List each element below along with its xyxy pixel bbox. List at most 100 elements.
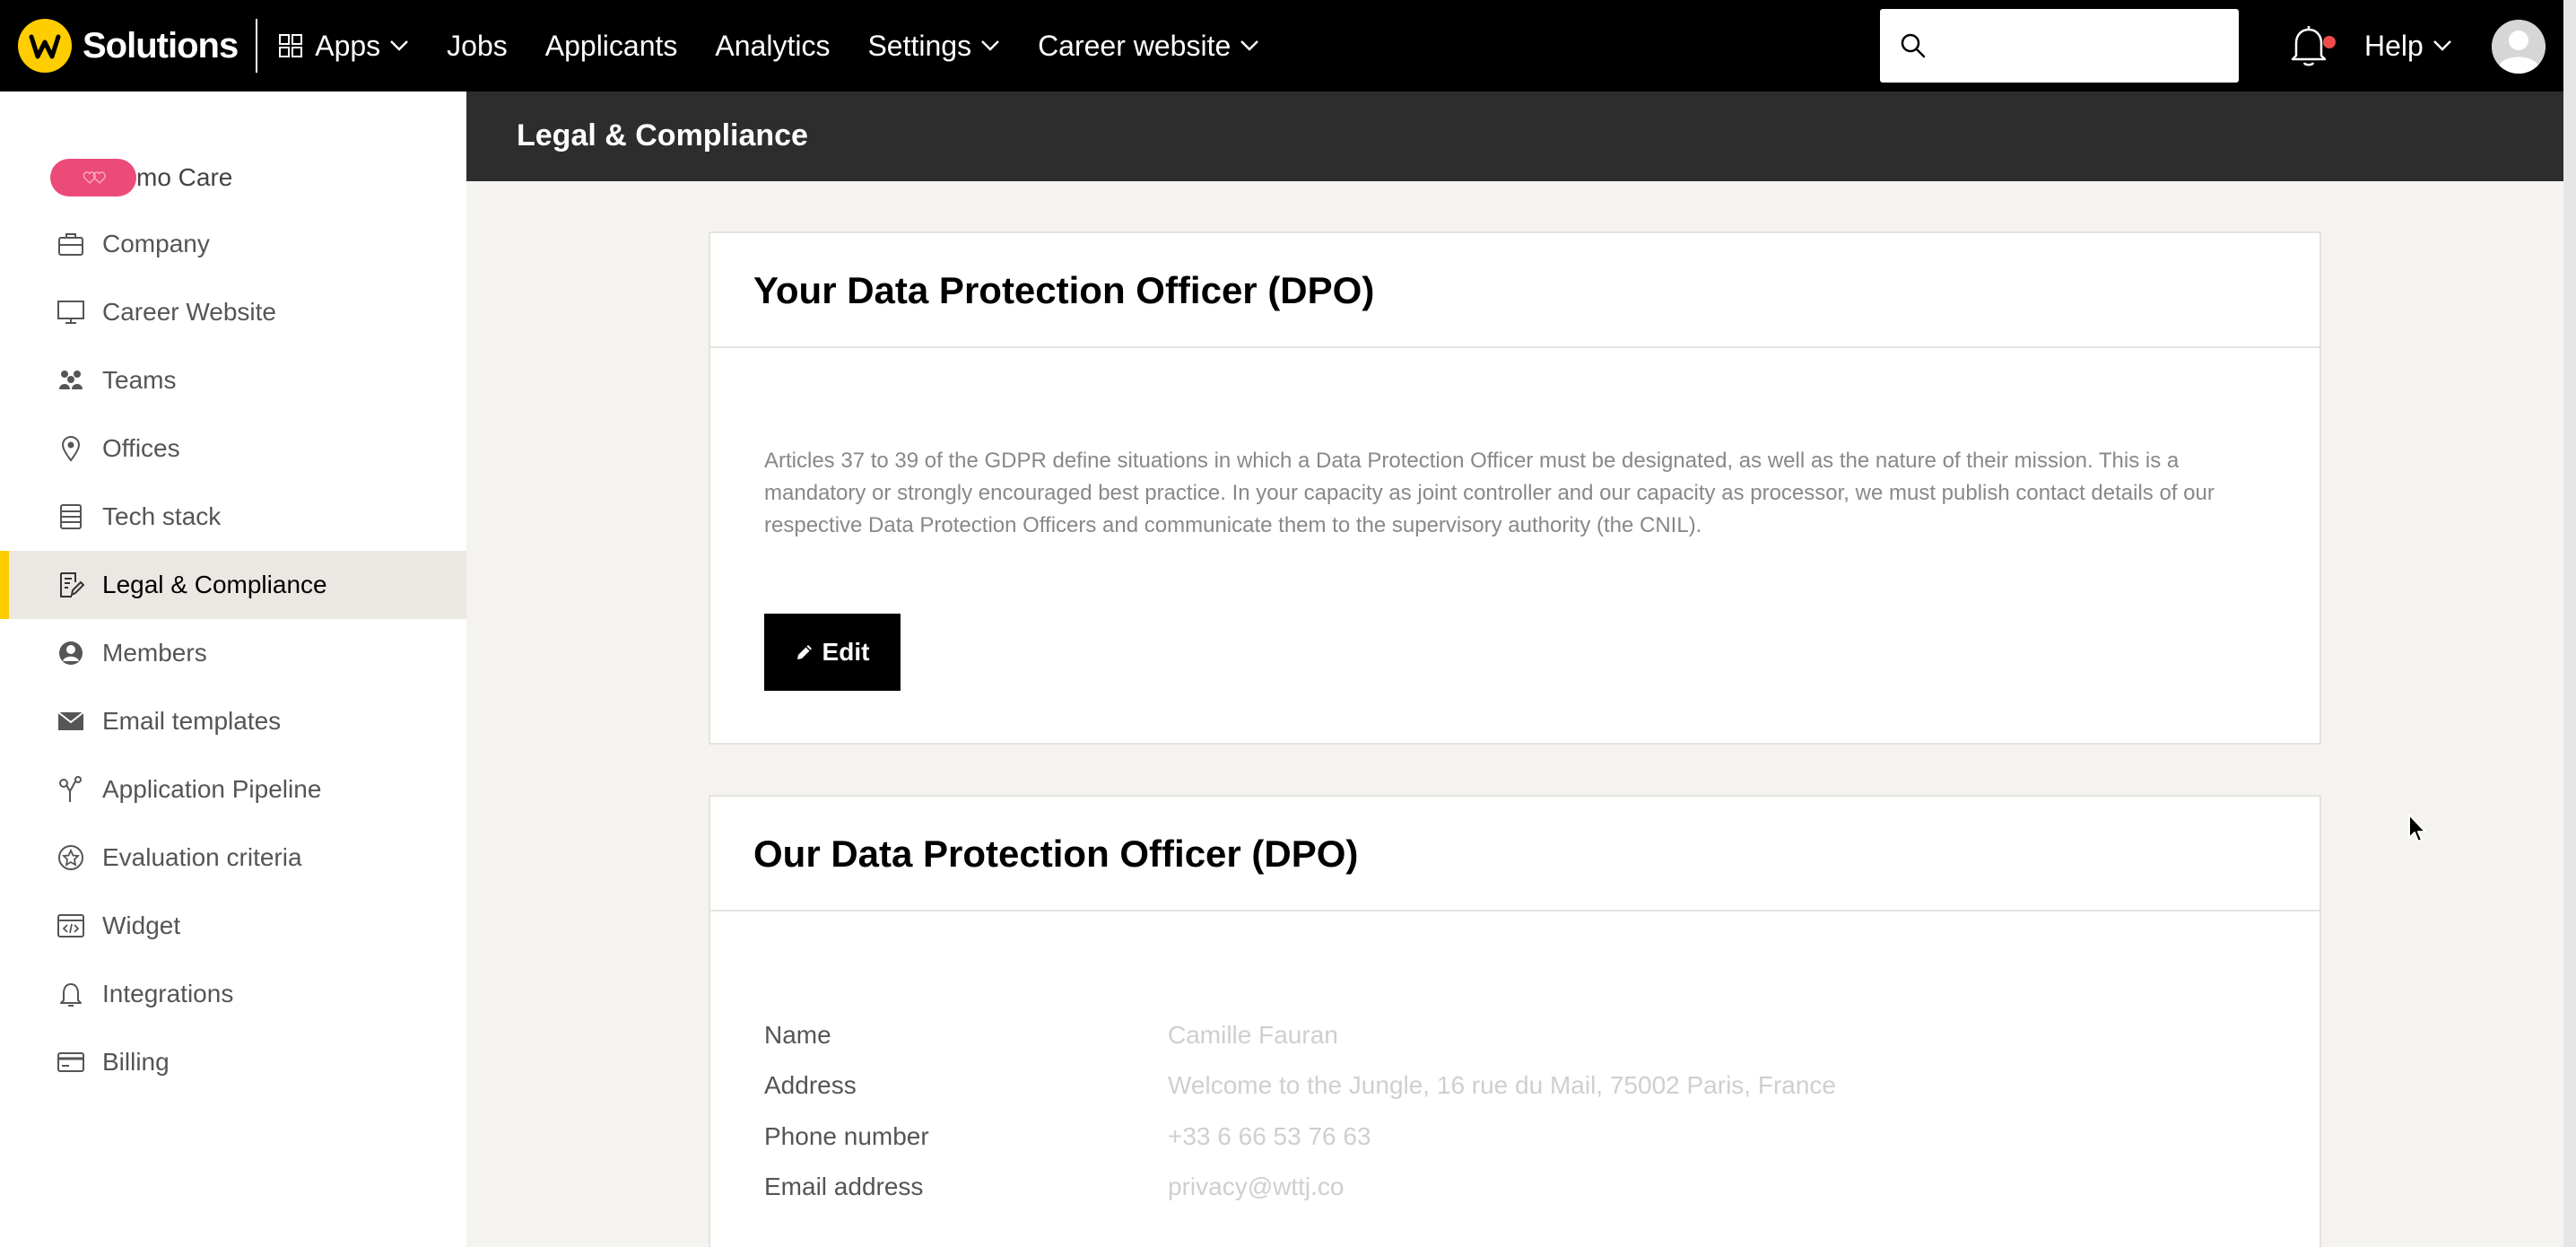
sidebar-item-teams[interactable]: Teams: [0, 346, 466, 414]
help-menu[interactable]: Help: [2364, 0, 2452, 92]
organization-switcher[interactable]: mo Care: [50, 158, 232, 197]
chevron-down-icon: [1240, 40, 1259, 51]
dpo-phone-row: Phone number +33 6 66 53 76 63: [764, 1119, 1371, 1155]
help-label: Help: [2364, 29, 2424, 62]
dpo-name-row: Name Camille Fauran: [764, 1017, 1338, 1053]
sidebar-item-members[interactable]: Members: [0, 619, 466, 687]
people-icon: [56, 365, 86, 396]
edit-button-label: Edit: [822, 638, 870, 666]
search-box[interactable]: [1880, 9, 2239, 83]
apps-grid-icon: [279, 34, 303, 57]
bell-icon: [2291, 26, 2327, 66]
sidebar-item-label: Teams: [102, 366, 177, 394]
sidebar-item-application-pipeline[interactable]: Application Pipeline: [0, 755, 466, 824]
brand-divider: [256, 19, 258, 73]
user-silhouette-icon: [2492, 20, 2546, 74]
page-header: Legal & Compliance: [466, 92, 2563, 181]
sidebar-item-label: Evaluation criteria: [102, 843, 302, 871]
nav-settings-label: Settings: [867, 29, 972, 62]
nav-career-website[interactable]: Career website: [1038, 30, 1259, 63]
your-dpo-card: Your Data Protection Officer (DPO) Artic…: [709, 231, 2321, 745]
chevron-down-icon: [2432, 40, 2451, 51]
card-title: Your Data Protection Officer (DPO): [753, 269, 1375, 311]
edit-button[interactable]: Edit: [764, 614, 901, 691]
chevron-down-icon: [390, 40, 409, 51]
credit-card-icon: [56, 1047, 86, 1077]
sidebar-item-offices[interactable]: Offices: [0, 414, 466, 483]
dpo-address-row: Address Welcome to the Jungle, 16 rue du…: [764, 1068, 1836, 1103]
sidebar-item-label: Tech stack: [102, 502, 222, 530]
info-label: Address: [764, 1071, 857, 1099]
sidebar-item-label: Members: [102, 639, 207, 667]
card-title: Our Data Protection Officer (DPO): [753, 833, 1359, 875]
sidebar-item-label: Email templates: [102, 707, 282, 735]
nav-settings[interactable]: Settings: [867, 30, 1000, 63]
star-badge-icon: [56, 842, 86, 873]
code-window-icon: [56, 911, 86, 941]
sidebar-item-label: Company: [102, 230, 210, 257]
sidebar-item-billing[interactable]: Billing: [0, 1028, 466, 1096]
document-edit-icon: [56, 570, 86, 600]
nav-career-website-label: Career website: [1038, 29, 1231, 62]
main-nav: Apps Jobs Applicants Analytics Settings …: [279, 30, 1297, 63]
brand-name: Solutions: [83, 25, 239, 65]
pipeline-icon: [56, 774, 86, 805]
sidebar-item-legal-compliance[interactable]: Legal & Compliance: [0, 551, 466, 619]
top-navigation-bar: Solutions Apps Jobs Applicants Analytics…: [0, 0, 2576, 92]
nav-applicants[interactable]: Applicants: [545, 30, 678, 63]
nav-analytics[interactable]: Analytics: [715, 30, 830, 63]
page-title: Legal & Compliance: [517, 118, 808, 153]
info-label: Email address: [764, 1173, 924, 1200]
info-label: Phone number: [764, 1122, 929, 1150]
info-value: Camille Fauran: [1168, 1021, 1338, 1049]
brand-logo-icon: [18, 19, 72, 73]
brand[interactable]: Solutions: [18, 0, 258, 92]
card-header: Your Data Protection Officer (DPO): [710, 233, 2319, 348]
heart-icon: [83, 171, 106, 185]
our-dpo-card: Our Data Protection Officer (DPO) Name C…: [709, 795, 2321, 1247]
notification-dot: [2323, 36, 2336, 48]
pencil-icon: [796, 645, 812, 659]
dpo-email-row: Email address privacy@wttj.co: [764, 1169, 1344, 1205]
nav-apps-label: Apps: [315, 29, 381, 62]
sidebar-item-label: Legal & Compliance: [102, 571, 327, 598]
search-icon: [1901, 33, 1926, 58]
sidebar-item-label: Offices: [102, 434, 180, 462]
sidebar-item-tech-stack[interactable]: Tech stack: [0, 483, 466, 551]
envelope-icon: [56, 706, 86, 737]
settings-sidebar: mo Care Company Career Website Teams Off…: [0, 92, 466, 1247]
bell-plug-icon: [56, 979, 86, 1009]
dpo-description: Articles 37 to 39 of the GDPR define sit…: [764, 449, 2215, 537]
card-header: Our Data Protection Officer (DPO): [710, 797, 2319, 911]
organization-logo: [50, 159, 136, 196]
sidebar-item-integrations[interactable]: Integrations: [0, 960, 466, 1028]
search-input[interactable]: [1937, 9, 2224, 83]
sidebar-item-widget[interactable]: Widget: [0, 892, 466, 960]
sidebar-item-label: Career Website: [102, 298, 277, 326]
sidebar-item-company[interactable]: Company: [0, 210, 466, 278]
info-label: Name: [764, 1021, 831, 1049]
user-avatar[interactable]: [2492, 20, 2546, 74]
user-circle-icon: [56, 638, 86, 668]
sidebar-item-label: Integrations: [102, 980, 234, 1007]
sidebar-item-email-templates[interactable]: Email templates: [0, 687, 466, 755]
sidebar-item-label: Widget: [102, 911, 181, 939]
briefcase-icon: [56, 229, 86, 259]
organization-name: mo Care: [136, 163, 233, 191]
monitor-icon: [56, 297, 86, 327]
mouse-cursor-icon: [2408, 814, 2426, 842]
info-value: +33 6 66 53 76 63: [1168, 1122, 1371, 1150]
info-value: Welcome to the Jungle, 16 rue du Mail, 7…: [1168, 1071, 1836, 1099]
sidebar-item-label: Application Pipeline: [102, 775, 322, 803]
nav-jobs[interactable]: Jobs: [447, 30, 508, 63]
window-edge: [2563, 0, 2576, 1247]
info-value: privacy@wttj.co: [1168, 1173, 1345, 1200]
sidebar-item-label: Billing: [102, 1048, 170, 1076]
sidebar-item-career-website[interactable]: Career Website: [0, 278, 466, 346]
sidebar-item-evaluation-criteria[interactable]: Evaluation criteria: [0, 824, 466, 892]
notifications-button[interactable]: [2289, 23, 2336, 68]
stack-icon: [56, 501, 86, 532]
chevron-down-icon: [981, 40, 999, 51]
nav-apps[interactable]: Apps: [279, 30, 409, 63]
location-pin-icon: [56, 433, 86, 464]
